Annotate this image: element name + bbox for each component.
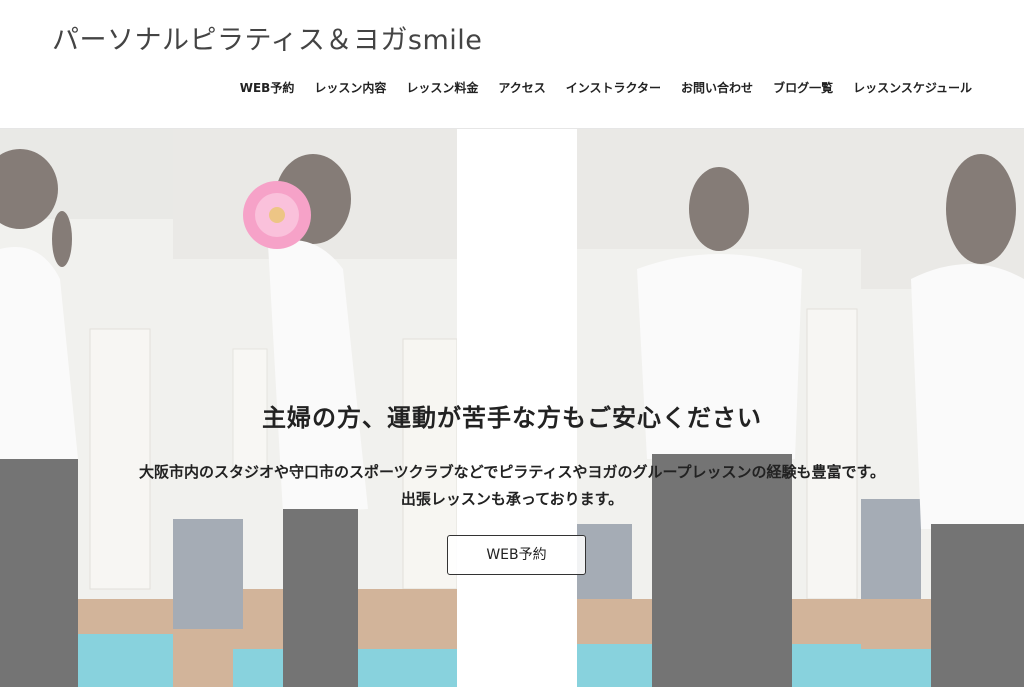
- hero-section: 主婦の方、運動が苦手な方もご安心ください 大阪市内のスタジオや守口市のスポーツク…: [0, 128, 1024, 687]
- nav-item-blog-list[interactable]: ブログ一覧: [773, 79, 833, 96]
- web-reservation-button[interactable]: WEB予約: [447, 535, 586, 575]
- nav-item-access[interactable]: アクセス: [498, 79, 545, 96]
- site-title[interactable]: パーソナルピラティス＆ヨガsmile: [52, 18, 482, 57]
- hero-subtext: 大阪市内のスタジオや守口市のスポーツクラブなどでピラティスやヨガのグループレッス…: [0, 459, 1024, 513]
- nav-item-contact[interactable]: お問い合わせ: [681, 79, 753, 96]
- main-nav: WEB予約 レッスン内容 レッスン料金 アクセス インストラクター お問い合わせ…: [240, 79, 972, 96]
- nav-item-web-reservation[interactable]: WEB予約: [240, 79, 295, 96]
- nav-item-instructor[interactable]: インストラクター: [566, 79, 661, 96]
- nav-item-lesson-content[interactable]: レッスン内容: [314, 79, 386, 96]
- hero-subtext-line-2: 出張レッスンも承っております。: [400, 490, 624, 508]
- nav-item-lesson-fee[interactable]: レッスン料金: [406, 79, 478, 96]
- hero-subtext-line-1: 大阪市内のスタジオや守口市のスポーツクラブなどでピラティスやヨガのグループレッス…: [138, 463, 886, 481]
- hero-headline: 主婦の方、運動が苦手な方もご安心ください: [262, 404, 762, 432]
- site-header: パーソナルピラティス＆ヨガsmile WEB予約 レッスン内容 レッスン料金 ア…: [0, 0, 1024, 128]
- hero-content: 主婦の方、運動が苦手な方もご安心ください 大阪市内のスタジオや守口市のスポーツク…: [0, 129, 1024, 687]
- nav-item-lesson-schedule[interactable]: レッスンスケジュール: [853, 79, 972, 96]
